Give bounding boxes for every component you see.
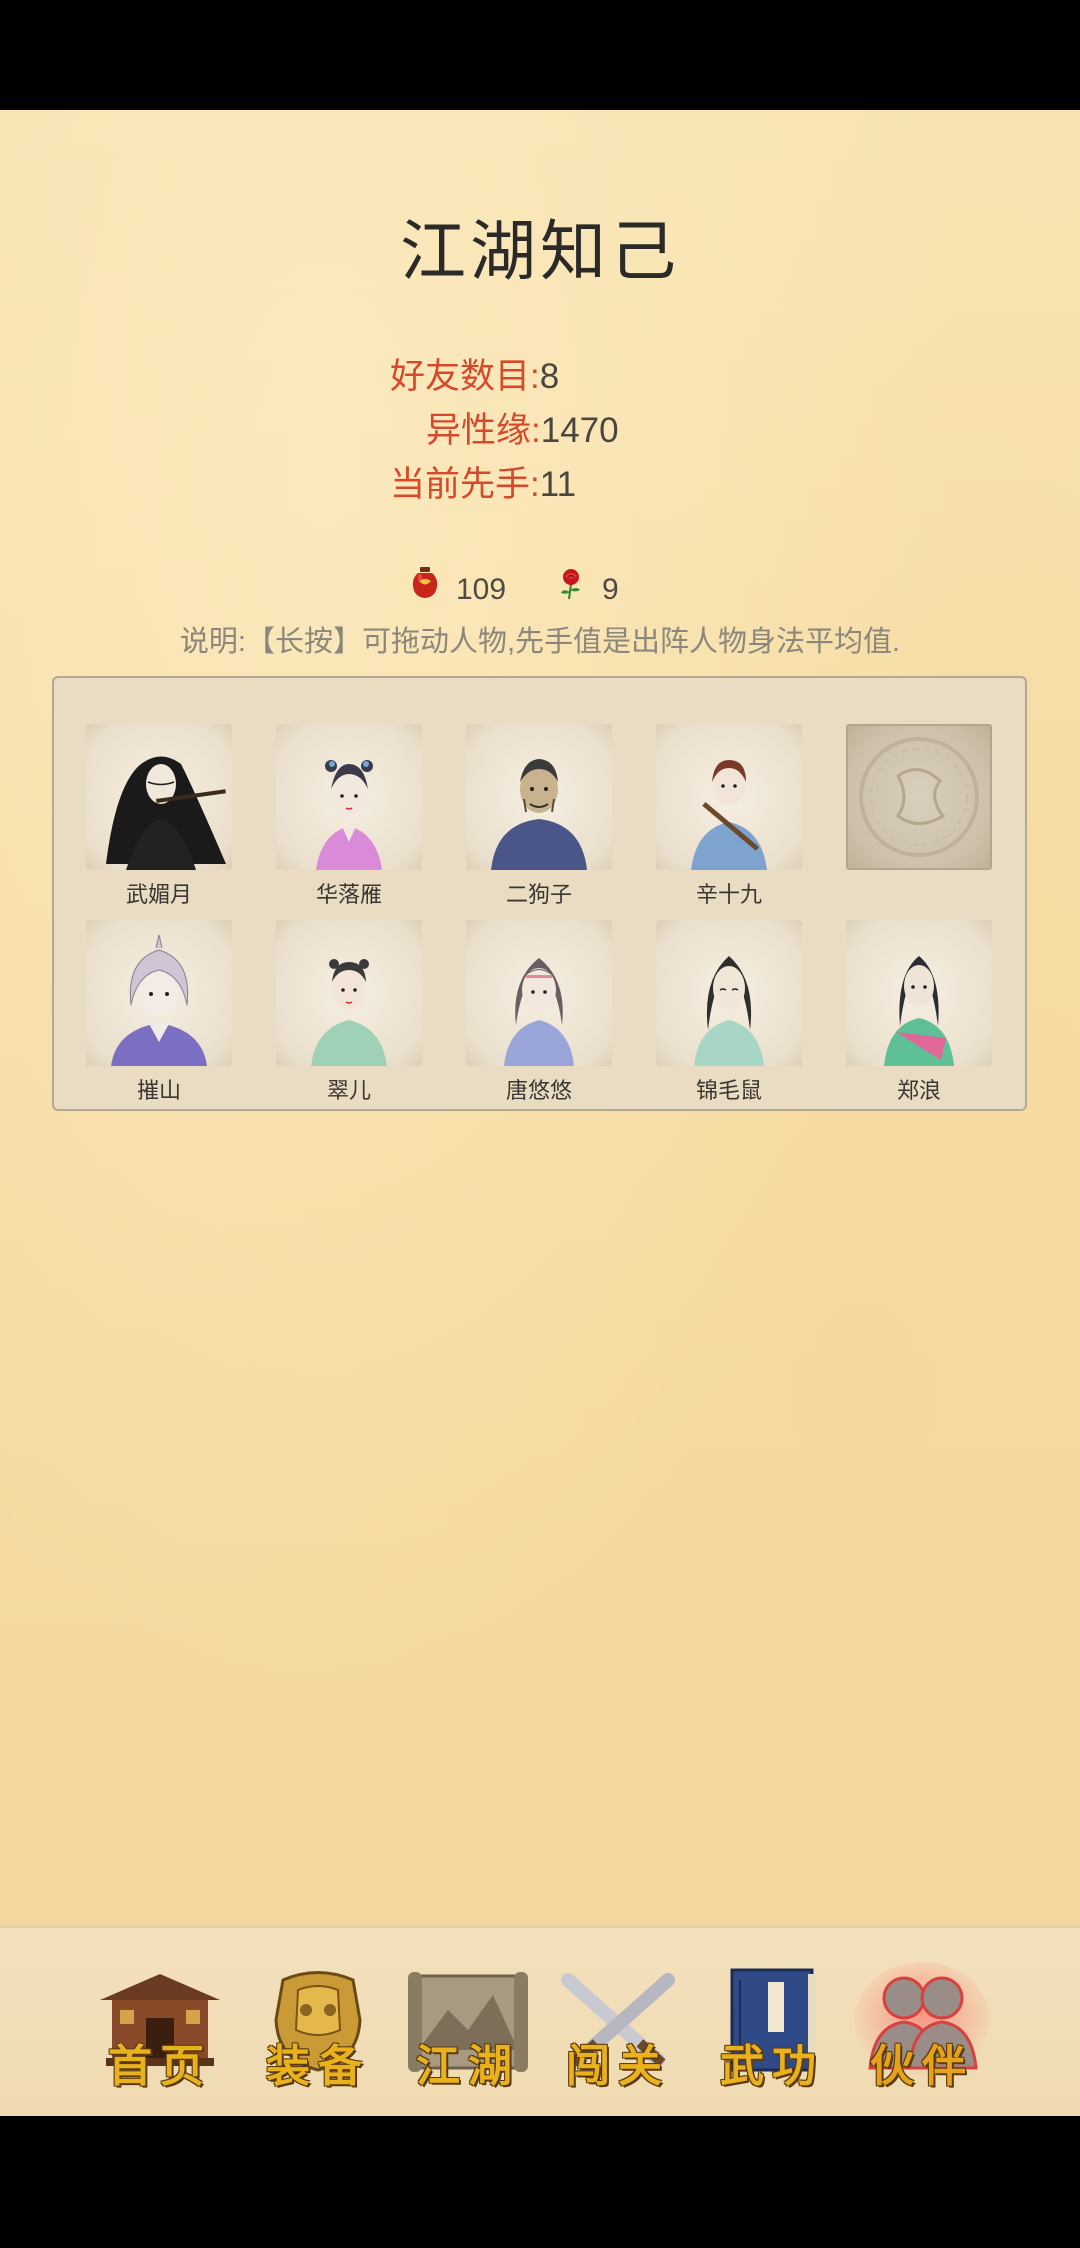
character-panel: 武媚月 华落雁 二狗子 辛十九 摧山 翠儿 唐悠悠 锦毛鼠 郑浪 xyxy=(52,676,1027,1111)
character-card[interactable]: 翠儿 xyxy=(276,920,422,1106)
wine-value: 109 xyxy=(456,573,507,606)
character-portrait[interactable] xyxy=(656,724,802,870)
nav-kungfu[interactable]: 武功 xyxy=(702,1960,842,2092)
empty-slot-emblem[interactable] xyxy=(846,724,992,870)
nav-home-label: 首页 xyxy=(108,2041,212,2092)
character-name: 武媚月 xyxy=(125,882,192,907)
character-portrait[interactable] xyxy=(656,920,802,1066)
friend-count: 好友数目:8 xyxy=(390,352,559,402)
character-name: 翠儿 xyxy=(326,1078,371,1103)
character-name: 摧山 xyxy=(136,1078,181,1103)
character-card[interactable]: 华落雁 xyxy=(276,724,422,910)
system-navigation-bar xyxy=(0,2116,1080,2248)
character-portrait[interactable] xyxy=(466,724,612,870)
nav-jianghu-label: 江湖 xyxy=(416,2041,520,2092)
character-card[interactable]: 锦毛鼠 xyxy=(656,920,802,1106)
character-card[interactable]: 唐悠悠 xyxy=(466,920,612,1106)
character-portrait[interactable] xyxy=(86,724,232,870)
character-name: 锦毛鼠 xyxy=(695,1078,762,1103)
rose-icon xyxy=(556,566,586,616)
affinity-label: 异性缘: xyxy=(426,411,541,450)
nav-partner[interactable]: 伙伴 xyxy=(852,1960,992,2092)
character-portrait[interactable] xyxy=(466,920,612,1066)
rose-counter: 9 xyxy=(556,565,619,615)
empty-slot[interactable] xyxy=(846,724,992,910)
nav-jianghu[interactable]: 江湖 xyxy=(398,1960,538,2092)
nav-stage-label: 闯关 xyxy=(566,2041,670,2092)
status-bar xyxy=(0,0,1080,110)
character-portrait[interactable] xyxy=(276,724,422,870)
character-portrait[interactable] xyxy=(86,920,232,1066)
character-card[interactable]: 郑浪 xyxy=(846,920,992,1106)
initiative-label: 当前先手: xyxy=(390,465,540,504)
nav-home[interactable]: 首页 xyxy=(90,1960,230,2092)
affinity-value: 1470 xyxy=(540,411,619,450)
page-title: 江湖知己 xyxy=(400,213,680,290)
character-card[interactable]: 武媚月 xyxy=(86,724,232,910)
affinity-stat: 异性缘:1470 xyxy=(426,406,619,456)
nav-stage[interactable]: 闯关 xyxy=(548,1960,688,2092)
nav-partner-label: 伙伴 xyxy=(870,2041,974,2092)
friend-count-label: 好友数目: xyxy=(390,357,540,396)
character-name xyxy=(846,880,992,910)
character-name: 郑浪 xyxy=(896,1078,941,1103)
wine-counter: 109 xyxy=(410,565,506,615)
character-card[interactable]: 摧山 xyxy=(86,920,232,1106)
character-name: 唐悠悠 xyxy=(505,1078,572,1103)
friends-page: 江湖知己 好友数目:8 异性缘:1470 当前先手:11 109 9 说明:【长… xyxy=(0,110,1080,1926)
character-portrait[interactable] xyxy=(276,920,422,1066)
bottom-navigation: 首页 装备 江湖 闯关 武功 伙伴 xyxy=(0,1926,1080,2118)
nav-equipment-label: 装备 xyxy=(266,2041,370,2092)
character-card[interactable]: 二狗子 xyxy=(466,724,612,910)
nav-kungfu-label: 武功 xyxy=(720,2041,824,2092)
character-card[interactable]: 辛十九 xyxy=(656,724,802,910)
character-name: 华落雁 xyxy=(315,882,382,907)
friend-count-value: 8 xyxy=(539,357,560,396)
instruction-text: 说明:【长按】可拖动人物,先手值是出阵人物身法平均值. xyxy=(179,626,901,658)
character-name: 辛十九 xyxy=(695,882,762,907)
nav-equipment[interactable]: 装备 xyxy=(248,1960,388,2092)
rose-value: 9 xyxy=(602,573,619,606)
initiative-stat: 当前先手:11 xyxy=(390,460,576,510)
character-name: 二狗子 xyxy=(505,882,572,907)
wine-jar-icon xyxy=(410,566,440,616)
initiative-value: 11 xyxy=(539,465,577,504)
character-portrait[interactable] xyxy=(846,920,992,1066)
